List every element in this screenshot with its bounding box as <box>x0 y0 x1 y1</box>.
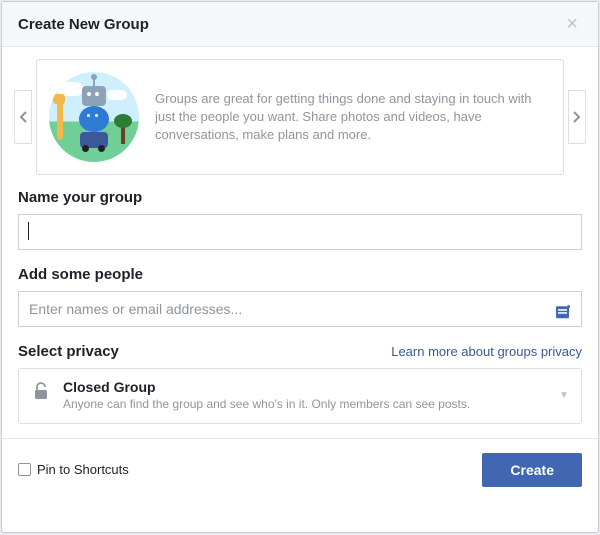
carousel-next-button[interactable] <box>568 90 586 144</box>
info-carousel: Groups are great for getting things done… <box>18 59 582 175</box>
dialog-header: Create New Group × <box>2 2 598 47</box>
privacy-label-row: Select privacy Learn more about groups p… <box>18 343 582 360</box>
pin-shortcuts-wrap[interactable]: Pin to Shortcuts <box>18 462 129 477</box>
group-name-input[interactable] <box>18 214 582 250</box>
dialog-body: Groups are great for getting things done… <box>2 47 598 532</box>
carousel-prev-button[interactable] <box>14 90 32 144</box>
groups-illustration <box>49 72 139 162</box>
contacts-icon[interactable] <box>554 303 572 326</box>
dialog-footer: Pin to Shortcuts Create <box>18 439 582 501</box>
text-cursor <box>28 222 29 240</box>
add-people-input[interactable] <box>18 291 582 327</box>
chevron-left-icon <box>19 111 27 123</box>
name-input-wrap <box>18 214 582 266</box>
info-card: Groups are great for getting things done… <box>36 59 564 175</box>
name-label: Name your group <box>18 189 582 206</box>
lock-open-icon <box>31 381 51 406</box>
pin-checkbox[interactable] <box>18 463 31 476</box>
privacy-option-desc: Anyone can find the group and see who's … <box>63 397 547 413</box>
pin-label: Pin to Shortcuts <box>37 462 129 477</box>
create-group-dialog: Create New Group × Groups are great for … <box>1 1 599 533</box>
privacy-learn-link[interactable]: Learn more about groups privacy <box>391 344 582 359</box>
people-label: Add some people <box>18 266 582 283</box>
people-input-wrap <box>18 291 582 343</box>
chevron-down-icon: ▼ <box>559 390 569 401</box>
info-description: Groups are great for getting things done… <box>155 90 547 145</box>
privacy-selector[interactable]: Closed Group Anyone can find the group a… <box>18 368 582 424</box>
create-button[interactable]: Create <box>482 453 582 487</box>
dialog-title: Create New Group <box>18 16 149 33</box>
privacy-text: Closed Group Anyone can find the group a… <box>63 379 547 413</box>
privacy-option-title: Closed Group <box>63 379 547 395</box>
close-icon[interactable]: × <box>562 14 582 34</box>
chevron-right-icon <box>573 111 581 123</box>
privacy-label: Select privacy <box>18 343 119 360</box>
